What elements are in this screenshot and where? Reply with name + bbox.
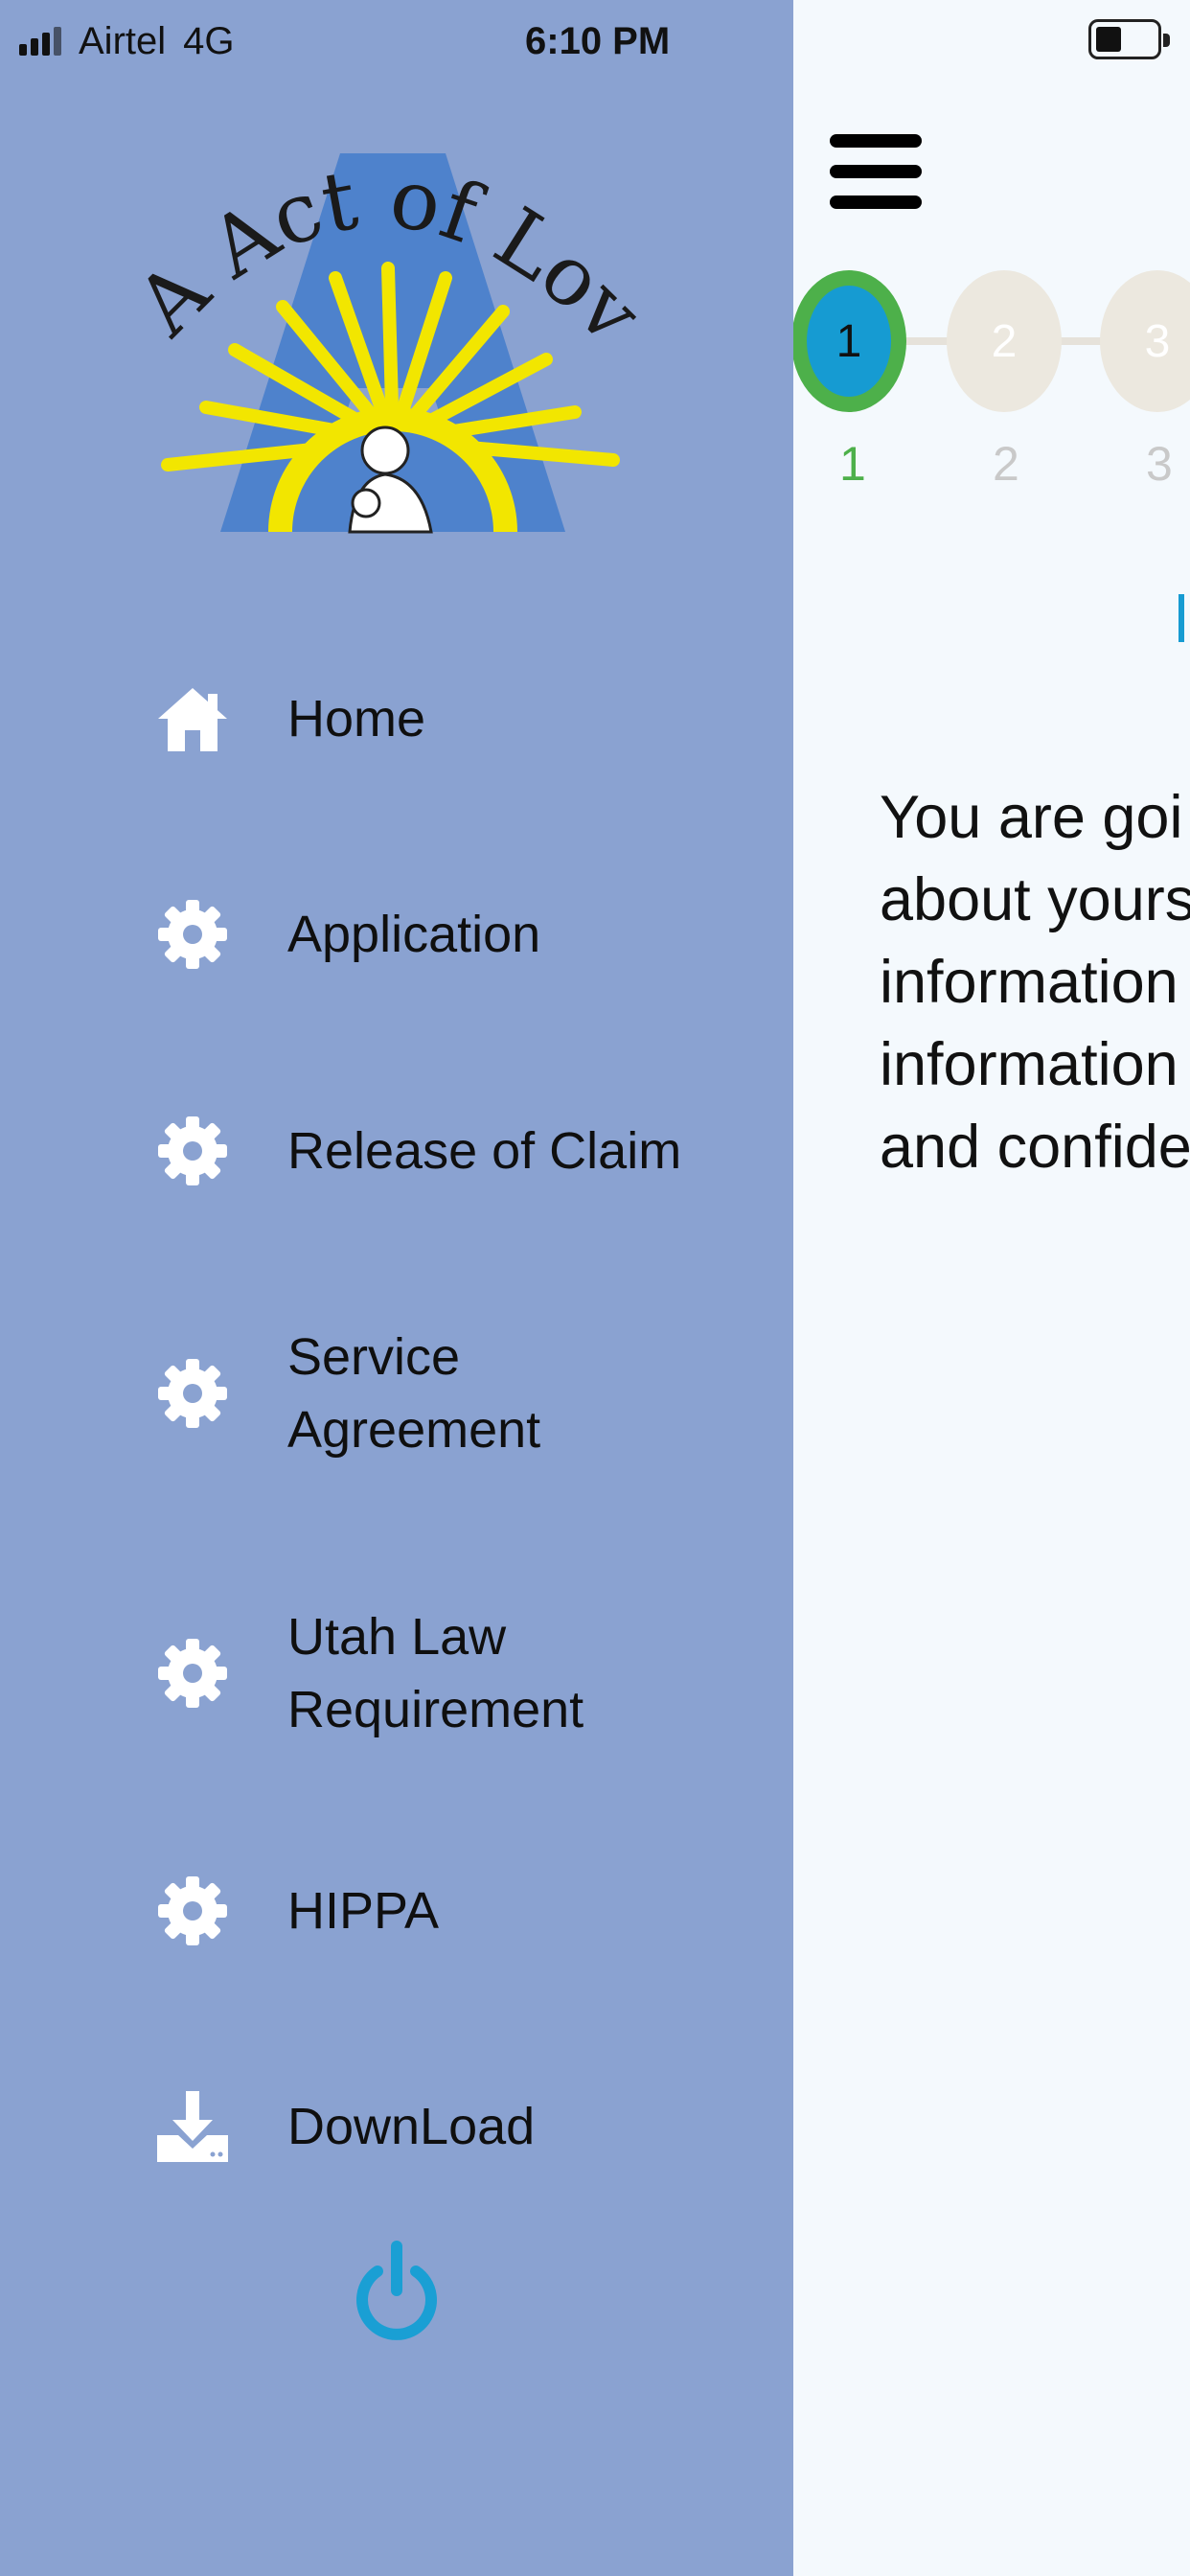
intro-line: and confider	[880, 1114, 1190, 1181]
power-icon[interactable]	[351, 2239, 443, 2344]
sidebar: Airtel 4G 6:10 PM A Act of Love	[0, 0, 793, 2576]
sidebar-item-release-of-claim[interactable]: Release of Claim	[153, 1112, 709, 1190]
gear-icon	[153, 895, 232, 974]
step-2-label: 2	[993, 437, 1019, 491]
gear-icon	[153, 1354, 232, 1433]
intro-line: You are goi	[880, 784, 1183, 851]
sidebar-item-label: Application	[287, 906, 541, 963]
sidebar-item-home[interactable]: Home	[153, 679, 709, 758]
main-content: 1 2 3 1 2 3 You are goi about yours info…	[793, 0, 1190, 2576]
home-icon	[153, 679, 232, 758]
step-number: 2	[991, 315, 1018, 367]
sunburst-logo: A Act of Love	[144, 134, 642, 534]
sidebar-item-application[interactable]: Application	[153, 895, 709, 974]
sidebar-item-label: HIPPA	[287, 1882, 440, 1940]
intro-paragraph: You are goi about yours information info…	[880, 776, 1190, 1188]
intro-line: information	[880, 949, 1179, 1016]
network-label: 4G	[183, 19, 235, 62]
step-1-circle[interactable]: 1	[793, 270, 906, 412]
status-time: 6:10 PM	[525, 20, 671, 62]
sidebar-item-label: Utah Law Requirement	[287, 1608, 584, 1738]
sidebar-item-service-agreement[interactable]: Service Agreement	[153, 1321, 709, 1466]
step-number: 1	[835, 315, 862, 367]
carrier-label: Airtel	[79, 19, 167, 62]
step-2-circle[interactable]: 2	[947, 270, 1062, 412]
status-bar-left: Airtel 4G	[19, 17, 235, 65]
signal-icon	[19, 27, 61, 56]
step-number: 3	[1144, 315, 1171, 367]
intro-line: information	[880, 1031, 1179, 1098]
intro-line: about yours	[880, 866, 1190, 933]
sidebar-item-utah-law-requirement[interactable]: Utah Law Requirement	[153, 1600, 709, 1746]
sidebar-item-label: Release of Claim	[287, 1122, 682, 1180]
sidebar-item-label: DownLoad	[287, 2098, 536, 2155]
sidebar-item-download[interactable]: DownLoad	[153, 2087, 709, 2166]
sidebar-item-label: Service Agreement	[287, 1328, 541, 1459]
gear-icon	[153, 1872, 232, 1950]
step-3-label: 3	[1146, 437, 1173, 491]
section-heading-fragment	[1179, 594, 1184, 642]
stepper: 1 2 3	[793, 259, 1190, 422]
step-3-circle[interactable]: 3	[1100, 270, 1190, 412]
download-icon	[153, 2087, 232, 2166]
step-1-label: 1	[839, 437, 866, 491]
gear-icon	[153, 1634, 232, 1713]
gear-icon	[153, 1112, 232, 1190]
sidebar-item-label: Home	[287, 690, 426, 748]
sidebar-item-hippa[interactable]: HIPPA	[153, 1872, 709, 1950]
